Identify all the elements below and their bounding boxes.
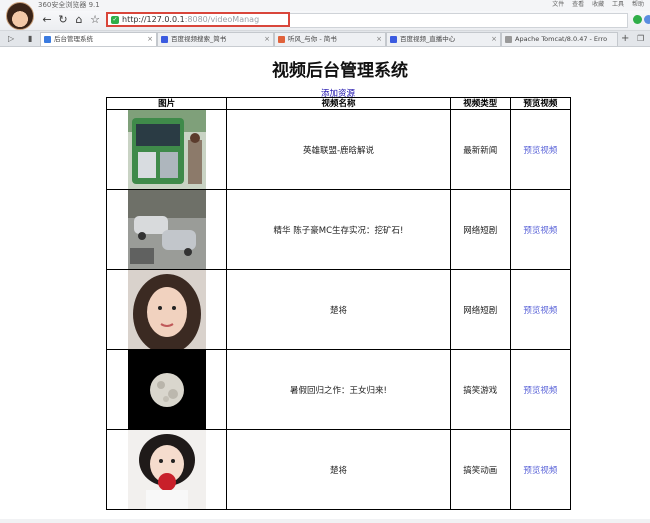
header-image: 图片 [105, 97, 228, 110]
close-icon[interactable]: × [147, 33, 153, 46]
address-bar[interactable]: ✓ http://127.0.0.1:8080/videoManag [106, 12, 290, 27]
sidebar-toggle-icon[interactable]: ▷ [8, 33, 14, 44]
url-host: http://127.0.0.1 [122, 15, 185, 24]
video-type: 网络短剧 [449, 269, 511, 350]
table-row: 英雄联盟-鹿晗解说 最新新闻 预览视频 [105, 109, 572, 190]
user-avatar[interactable] [6, 2, 34, 30]
moon-photo [127, 350, 206, 429]
extension-icon[interactable] [644, 15, 650, 24]
street-crash-photo [127, 190, 206, 269]
header-video-name: 视频名称 [226, 97, 451, 110]
jianshu-icon [278, 36, 285, 43]
tab-label: 听风_与你 - 简书 [288, 35, 337, 43]
table-row: 楚将 搞笑动画 预览视频 [105, 429, 572, 510]
video-type: 网络短剧 [449, 189, 511, 270]
video-name: 精华 陈子豪MC生存实况：挖矿石! [226, 189, 451, 270]
table-row: 暑假回归之作：王女归来! 搞笑游戏 预览视频 [105, 349, 572, 430]
security-status-icon[interactable] [633, 15, 642, 24]
menu-file[interactable]: 文件 [552, 1, 564, 8]
tab-list-icon[interactable]: ▮ [28, 33, 32, 44]
close-icon[interactable]: × [376, 33, 382, 46]
restore-tabs-icon[interactable]: ❐ [637, 33, 644, 44]
tab-baidu-live[interactable]: 百度视频_直播中心 × [386, 32, 501, 46]
menu-view[interactable]: 查看 [572, 1, 584, 8]
bus-photo [127, 110, 206, 189]
table-row: 楚将 网络短剧 预览视频 [105, 269, 572, 350]
page-icon [505, 36, 512, 43]
tab-label: Apache Tomcat/8.0.47 - Erro [515, 35, 608, 43]
header-video-type: 视频类型 [449, 97, 511, 110]
refresh-icon[interactable]: ↻ [56, 13, 70, 27]
video-type: 搞笑游戏 [449, 349, 511, 430]
window-menu: 文件 查看 收藏 工具 帮助 [546, 0, 644, 9]
browser-titlebar: 360安全浏览器 9.1 文件 查看 收藏 工具 帮助 [0, 0, 650, 11]
new-tab-icon[interactable]: + [621, 33, 629, 44]
tab-label: 后台管理系统 [54, 35, 93, 43]
video-name: 暑假回归之作：王女归来! [226, 349, 451, 430]
baidu-icon [390, 36, 397, 43]
tab-tomcat-error[interactable]: Apache Tomcat/8.0.47 - Erro [501, 32, 618, 46]
girl-apple-photo [127, 430, 206, 509]
video-type: 搞笑动画 [449, 429, 511, 510]
image-cell [105, 269, 228, 350]
video-name: 楚将 [226, 429, 451, 510]
tab-label: 百度视频_直播中心 [400, 35, 456, 43]
preview-video-link[interactable]: 预览视频 [523, 146, 557, 156]
baidu-icon [161, 36, 168, 43]
preview-video-link[interactable]: 预览视频 [523, 306, 557, 316]
tab-admin-system[interactable]: 后台管理系统 × [40, 32, 157, 46]
tab-jianshu[interactable]: 听风_与你 - 简书 × [274, 32, 386, 46]
video-name: 英雄联盟-鹿晗解说 [226, 109, 451, 190]
tab-label: 百度视频搜索_简书 [171, 35, 227, 43]
preview-video-link[interactable]: 预览视频 [523, 386, 557, 396]
page-title: 视频后台管理系统 [272, 61, 408, 81]
back-icon[interactable]: ← [40, 13, 54, 27]
browser-name: 360安全浏览器 9.1 [38, 1, 100, 9]
address-bar-extension[interactable] [290, 13, 628, 28]
image-cell [105, 189, 228, 270]
close-icon[interactable]: × [491, 33, 497, 46]
table-header-row: 图片 视频名称 视频类型 预览视频 [105, 97, 572, 110]
image-cell [105, 349, 228, 430]
image-cell [105, 429, 228, 510]
video-table: 图片 视频名称 视频类型 预览视频 英雄联盟-鹿晗解说 最新新闻 预览视频 精华… [105, 97, 572, 510]
home-icon[interactable]: ⌂ [72, 13, 86, 27]
video-name: 楚将 [226, 269, 451, 350]
tab-bar: ▷ ▮ 后台管理系统 × 百度视频搜索_简书 × 听风_与你 - 简书 × 百度… [0, 31, 650, 47]
header-preview: 预览视频 [509, 97, 572, 110]
menu-tools[interactable]: 工具 [612, 1, 624, 8]
tab-baidu-video-search[interactable]: 百度视频搜索_简书 × [157, 32, 274, 46]
page-icon [44, 36, 51, 43]
navigation-bar: ← ↻ ⌂ ☆ ✓ http://127.0.0.1:8080/videoMan… [0, 11, 650, 31]
star-icon[interactable]: ☆ [88, 13, 102, 27]
girl-portrait-photo [127, 270, 206, 349]
status-bar [0, 519, 650, 523]
video-type: 最新新闻 [449, 109, 511, 190]
menu-favorites[interactable]: 收藏 [592, 1, 604, 8]
menu-help[interactable]: 帮助 [632, 1, 644, 8]
preview-video-link[interactable]: 预览视频 [523, 226, 557, 236]
url-path: :8080/videoManag [184, 15, 260, 24]
preview-video-link[interactable]: 预览视频 [523, 466, 557, 476]
table-row: 精华 陈子豪MC生存实况：挖矿石! 网络短剧 预览视频 [105, 189, 572, 270]
image-cell [105, 109, 228, 190]
close-icon[interactable]: × [264, 33, 270, 46]
secure-shield-icon: ✓ [111, 16, 119, 24]
